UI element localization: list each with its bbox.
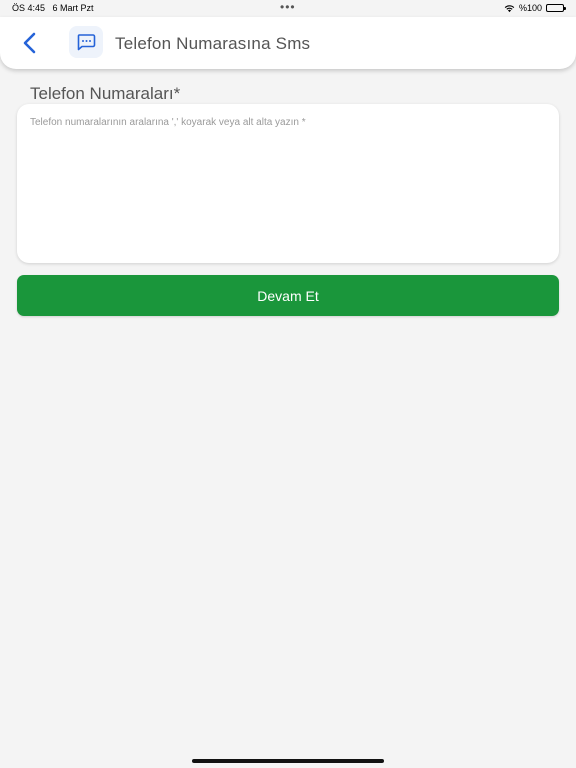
phone-numbers-textarea[interactable] [17,104,559,263]
continue-button[interactable]: Devam Et [17,275,559,316]
app-header: Telefon Numarasına Sms [0,17,576,69]
phone-numbers-card [17,104,559,263]
message-icon-container [69,26,103,58]
status-bar: ÖS 4:45 6 Mart Pzt ••• %100 [0,0,576,16]
status-right: %100 [504,3,566,13]
message-icon [77,34,96,51]
status-date: 6 Mart Pzt [52,3,94,13]
page-title: Telefon Numarasına Sms [115,34,311,53]
chevron-left-icon [23,32,36,54]
back-button[interactable] [16,29,44,57]
home-indicator[interactable] [192,759,384,763]
battery-percent: %100 [518,3,542,13]
phone-numbers-label: Telefon Numaraları* [30,84,181,103]
status-time-date: ÖS 4:45 6 Mart Pzt [12,3,94,13]
wifi-icon [504,4,515,12]
multitasking-dots[interactable]: ••• [280,0,296,14]
battery-icon [546,4,566,12]
status-time: ÖS 4:45 [12,3,46,13]
